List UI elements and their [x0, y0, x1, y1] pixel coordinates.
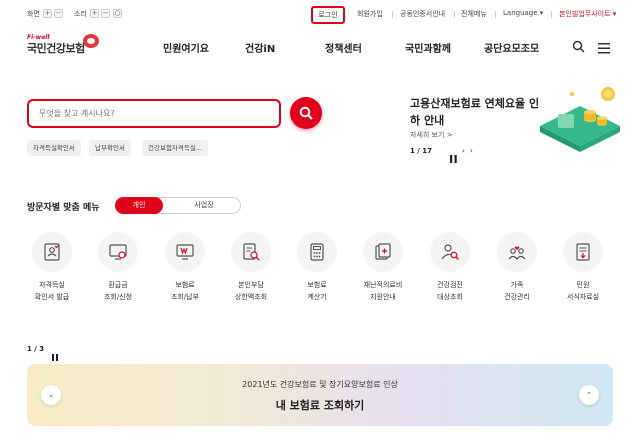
- menu-item-label: 가족 건강관리: [504, 281, 530, 301]
- banner-next-button[interactable]: ⌃: [579, 385, 599, 405]
- notice-banner[interactable]: ⌄ 2021년도 건강보험료 및 장기요양보험료 인상 내 보험료 조회하기 ⌃: [27, 364, 613, 426]
- promo-title[interactable]: 고용산재보험료 연체요율 인하 안내: [410, 95, 545, 129]
- nav-health-in[interactable]: 건강iN: [245, 40, 275, 55]
- menu-item-label: 보험료 계산기: [307, 281, 327, 301]
- menu-item-label: 재난적의료비 지원안내: [363, 281, 403, 301]
- visitor-type-toggle: 개인 사업장: [115, 197, 241, 214]
- hamburger-menu-icon[interactable]: [598, 39, 610, 58]
- calculator-icon: [297, 232, 337, 272]
- tab-personal[interactable]: 개인: [115, 197, 163, 214]
- id-card-icon: [32, 232, 72, 272]
- promo-illustration: [540, 87, 620, 152]
- business-site-dropdown[interactable]: 본인빌업무사이트 ▾: [559, 9, 616, 19]
- pause-icon[interactable]: [52, 346, 58, 365]
- divider: [495, 11, 496, 18]
- menu-item-premium-calculator[interactable]: 보험료 계산기: [287, 232, 347, 316]
- document-search-icon: [231, 232, 271, 272]
- divider: [551, 11, 552, 18]
- nav-civil-service[interactable]: 민원여기요: [163, 40, 209, 55]
- menu-item-copay-ceiling[interactable]: 본인부담 상한액조회: [221, 232, 281, 316]
- pause-icon[interactable]: [450, 148, 457, 167]
- quick-search-chip[interactable]: 건강보험자격득실...: [142, 140, 209, 156]
- utility-bar: 화면 + − 소리 + − ○ 로그인 회원가입 공동인증서안내 전체메뉴 La…: [0, 0, 640, 30]
- menu-item-refund[interactable]: 환급금 조회/신청: [88, 232, 148, 316]
- sound-up-button[interactable]: +: [90, 9, 99, 18]
- sound-down-button[interactable]: −: [101, 9, 110, 18]
- menu-item-qualification-cert[interactable]: 자격득실 확인서 발급: [22, 232, 82, 316]
- search-bar: [27, 99, 281, 128]
- search-icon: [299, 106, 313, 120]
- tab-business[interactable]: 사업장: [166, 198, 242, 213]
- banner-subtitle: 2021년도 건강보험료 및 장기요양보험료 인상: [242, 380, 398, 389]
- menu-item-label: 자격득실 확인서 발급: [34, 281, 70, 301]
- menu-item-health-checkup[interactable]: 건강검진 대상조회: [420, 232, 480, 316]
- sound-label: 소리: [74, 10, 87, 18]
- quick-search-chip[interactable]: 납부확인서: [89, 140, 131, 156]
- promo-pager: 1 / 17: [410, 147, 433, 155]
- all-menu-link[interactable]: 전체메뉴: [461, 9, 487, 19]
- language-dropdown[interactable]: Language ▾: [503, 9, 543, 17]
- section-title: 방문자별 맞춤 메뉴: [27, 203, 100, 213]
- screen-zoom-out-button[interactable]: −: [54, 9, 63, 18]
- banner-title[interactable]: 내 보험료 조회하기: [27, 397, 613, 413]
- menu-item-label: 보험료 조회/납부: [170, 281, 200, 301]
- form-download-icon: [563, 232, 603, 272]
- search-icon[interactable]: [572, 38, 585, 57]
- family-heart-icon: [497, 232, 537, 272]
- menu-item-family-health[interactable]: 가족 건강관리: [487, 232, 547, 316]
- person-search-icon: [430, 232, 470, 272]
- sound-reset-button[interactable]: ○: [113, 9, 122, 18]
- menu-item-label: 민원 서식자료실: [566, 281, 600, 301]
- screen-zoom-in-button[interactable]: +: [43, 9, 52, 18]
- site-logo[interactable]: 국민건강보험: [27, 40, 85, 56]
- menu-item-premium-payment[interactable]: 보험료 조회/납부: [155, 232, 215, 316]
- logo-emblem-icon: [83, 34, 99, 48]
- menu-item-catastrophic-medical[interactable]: 재난적의료비 지원안내: [353, 232, 413, 316]
- menu-item-label: 건강검진 대상조회: [437, 281, 463, 301]
- quick-search-chip[interactable]: 자격득실확인서: [27, 140, 81, 156]
- menu-item-label: 환급금 조회/신청: [103, 281, 133, 301]
- screen-size-label: 화면: [27, 10, 40, 18]
- nav-policy-center[interactable]: 정책센터: [325, 40, 362, 55]
- chevron-left-icon[interactable]: ‹: [462, 147, 465, 155]
- promo-more-link[interactable]: 자세히 보기 >: [410, 130, 453, 140]
- nav-about-nhis[interactable]: 공단요모조모: [484, 40, 539, 55]
- chevron-right-icon[interactable]: ›: [470, 147, 473, 155]
- divider: [392, 11, 393, 18]
- search-input[interactable]: [39, 101, 269, 126]
- certificate-guide-link[interactable]: 공동인증서안내: [400, 9, 445, 19]
- nav-with-public[interactable]: 국민과함께: [405, 40, 451, 55]
- menu-item-forms-archive[interactable]: 민원 서식자료실: [553, 232, 613, 316]
- signup-link[interactable]: 회원가입: [357, 9, 383, 19]
- menu-pager: 1 / 3: [27, 345, 45, 353]
- search-button[interactable]: [290, 97, 322, 129]
- support-docs-icon: [363, 232, 403, 272]
- monitor-coin-icon: [98, 232, 138, 272]
- monitor-won-icon: [165, 232, 205, 272]
- login-link[interactable]: 로그인: [311, 6, 345, 24]
- divider: [454, 11, 455, 18]
- menu-item-label: 본인부담 상한액조회: [234, 281, 268, 301]
